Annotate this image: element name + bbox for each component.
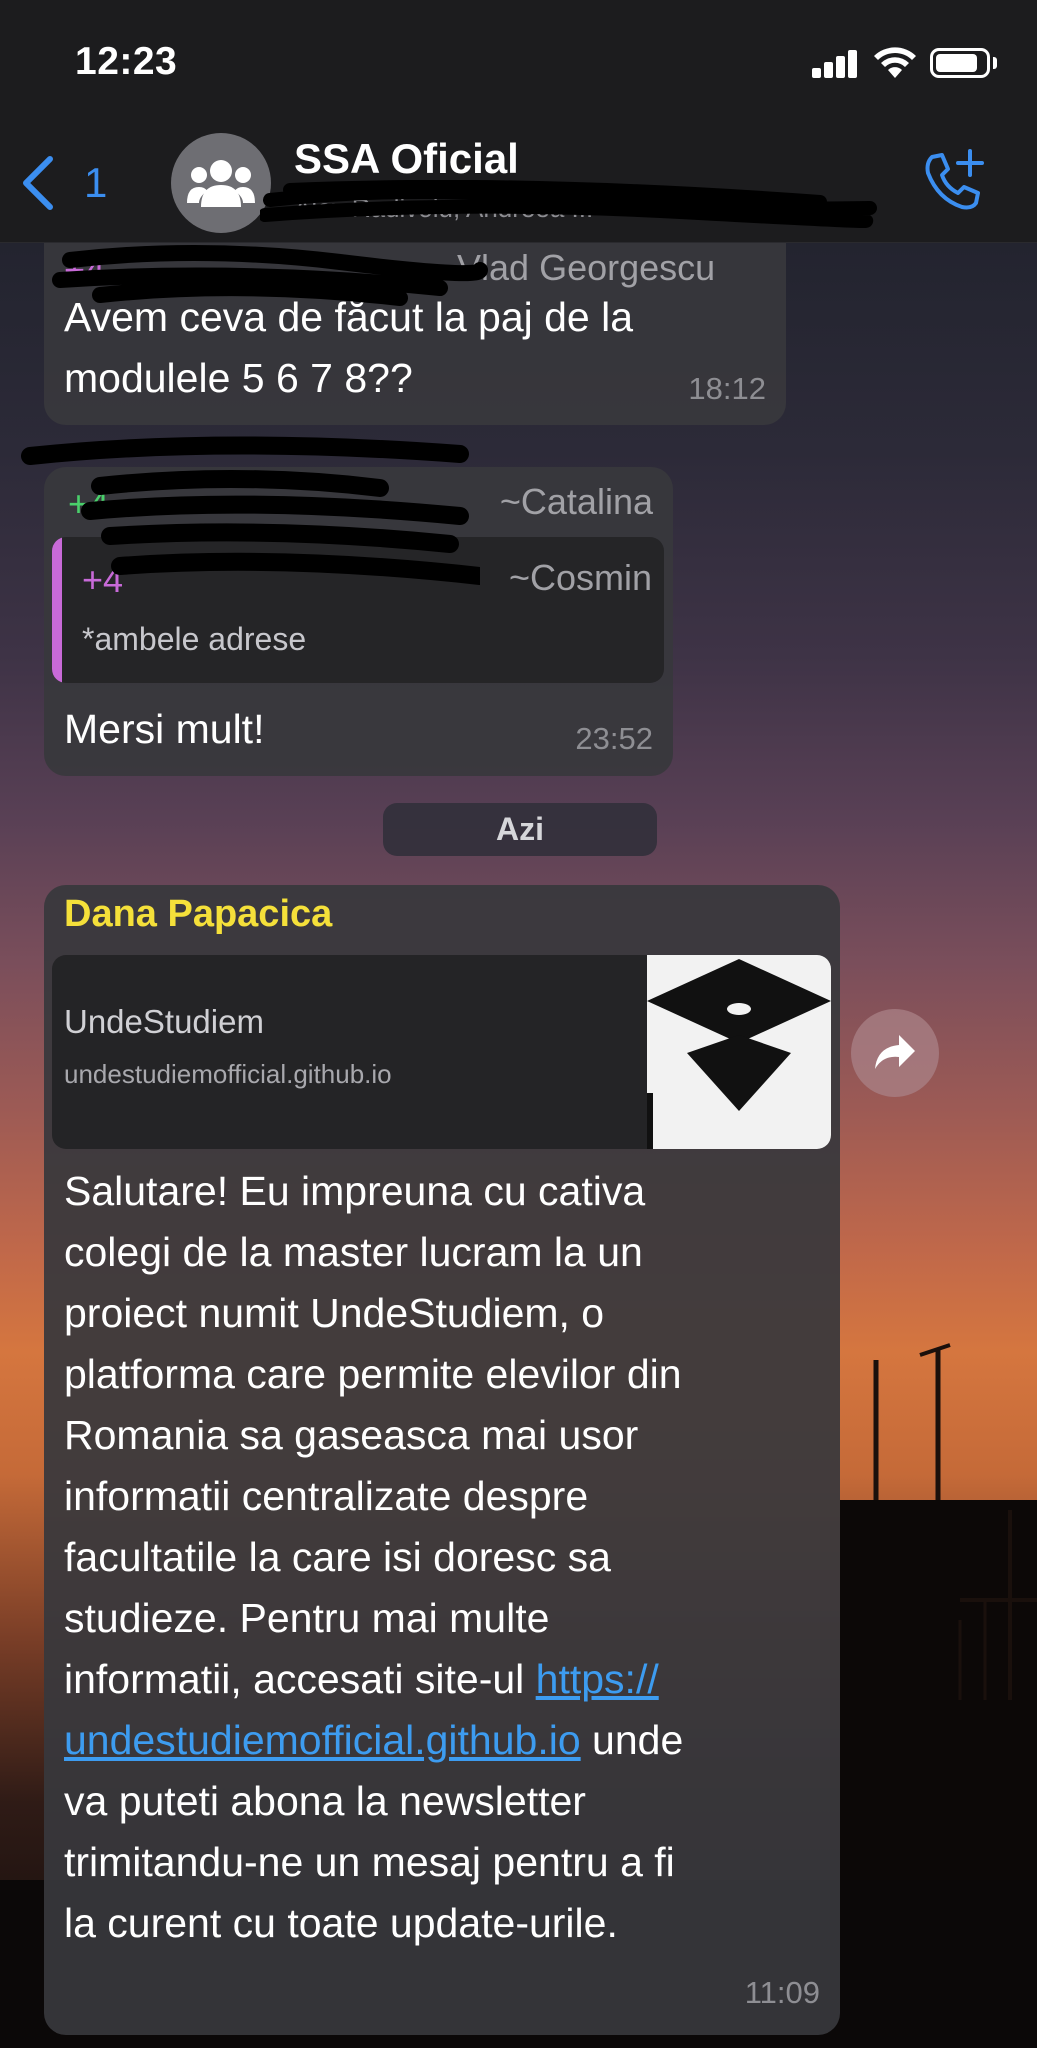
message-text: informatii, accesati site-ul [64,1656,536,1702]
message-link[interactable]: https:// [536,1656,659,1702]
chat-title[interactable]: SSA Oficial [294,135,519,183]
chevron-left-icon [23,156,53,210]
sender-name: ~Catalina [499,481,653,522]
forward-button[interactable] [851,1009,939,1097]
link-preview[interactable]: UndeStudiem undestudiemofficial.github.i… [52,955,831,1149]
redaction-scribble [260,180,877,228]
message-line: informatii, accesati site-ul https:// [64,1649,834,1710]
message-line: facultatile la care isi doresc sa [64,1534,611,1580]
message-line: studieze. Pentru mai multe [64,1595,550,1641]
battery-icon [930,48,990,78]
link-preview-url: undestudiemofficial.github.io [64,1059,392,1089]
message-line: colegi de la master lucram la un [64,1229,643,1275]
message-time: 18:12 [688,371,766,406]
back-button[interactable]: 1 [20,155,107,211]
status-bar: 12:23 [0,0,1037,125]
status-time: 12:23 [75,40,178,83]
quoted-sender-name: ~Cosmin [508,557,652,598]
sender-phone: +4 [68,483,110,524]
quoted-sender-phone: +4 [82,559,124,600]
link-preview-title: UndeStudiem [64,1003,264,1040]
message-text: Avem ceva de făcut la paj de la [64,294,634,340]
group-avatar[interactable] [171,133,271,233]
group-icon [187,160,255,207]
forward-icon [875,1035,915,1069]
message-body: Salutare! Eu impreuna cu cativa colegi d… [64,1161,834,1954]
message-line: la curent cu toate update-urile. [64,1900,618,1946]
message-text: Mersi mult! [64,706,265,752]
message-time: 11:09 [744,1975,820,2010]
message-line: informatii centralizate despre [64,1473,589,1519]
quote-accent-bar [52,537,62,683]
battery-tip [993,57,997,69]
sender-name: ~Vlad Georgescu [436,247,716,288]
graduation-cap-icon [647,959,831,1149]
message-text: modulele 5 6 7 8?? [64,355,413,401]
date-separator: Azi [383,803,657,856]
quoted-text: *ambele adrese [82,621,307,657]
quoted-message[interactable]: +4 ~Cosmin *ambele adrese [52,537,664,683]
message-bubble[interactable]: Dana Papacica UndeStudiem undestudiemoff… [44,885,840,2035]
message-line: Romania sa gaseasca mai usor [64,1412,639,1458]
message-line: va puteti abona la newsletter [64,1778,586,1824]
message-line: Salutare! Eu impreuna cu cativa [64,1168,646,1214]
message-line: trimitandu-ne un mesaj pentru a fi [64,1839,675,1885]
message-bubble[interactable]: +4 ~Catalina +4 ~Cosmin *ambele adrese M… [44,467,673,776]
cellular-signal-icon [812,50,857,78]
sender-name: Dana Papacica [64,893,333,935]
sender-phone: +4 [64,249,106,290]
message-line: proiect numit UndeStudiem, o [64,1290,605,1336]
add-call-icon[interactable] [918,147,988,217]
chat-header: 1 SSA Oficial Alex Radivoiu, Andreea ... [0,125,1037,243]
wifi-icon [874,47,916,78]
unread-count: 1 [84,159,108,206]
message-line: platforma care permite elevilor din [64,1351,682,1397]
message-text: unde [580,1717,684,1763]
message-line: undestudiemofficial.github.io unde [64,1710,834,1771]
message-time: 23:52 [575,721,653,756]
link-preview-thumbnail [647,955,831,1149]
message-link[interactable]: undestudiemofficial.github.io [64,1717,581,1763]
message-list[interactable]: +4 ~Vlad Georgescu Avem ceva de făcut la… [0,203,1037,2048]
